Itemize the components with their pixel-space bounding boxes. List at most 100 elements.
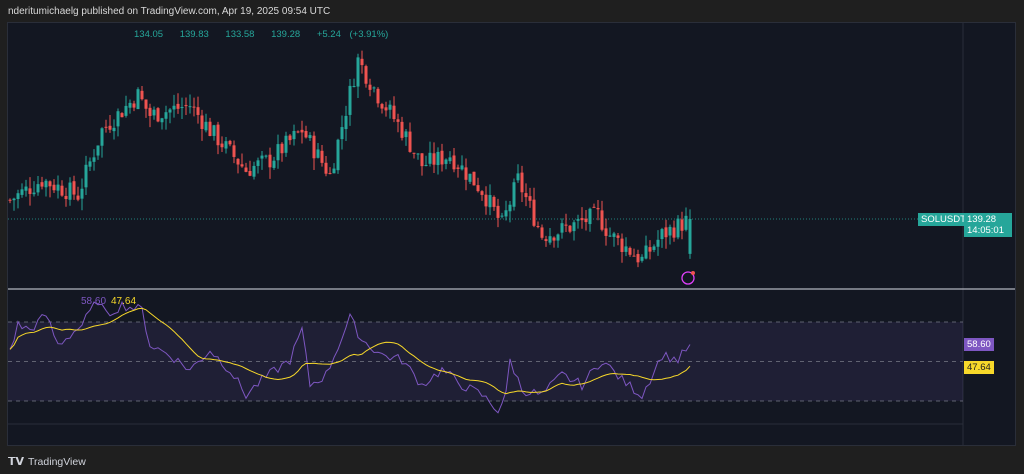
candle-body [612, 233, 616, 237]
candle-body [336, 139, 340, 171]
candle-body [652, 246, 656, 250]
candle-body [300, 129, 304, 133]
chart-svg[interactable] [0, 0, 1024, 474]
candle-body [536, 226, 540, 228]
candle-body [432, 153, 436, 165]
candle-body [580, 218, 584, 221]
candle-body [440, 150, 444, 165]
candle-body [100, 128, 104, 146]
candle-body [628, 247, 632, 255]
candle-body [232, 145, 236, 157]
tradingview-logo[interactable]: 𝗧𝗩 TradingView [8, 455, 86, 469]
candle-body [600, 210, 604, 230]
candle-body [128, 102, 132, 108]
ohlc-close: 139.28 [271, 29, 301, 40]
candle-body [60, 185, 64, 196]
last-price-label: 139.28 14:05:01 [964, 213, 1012, 237]
candle-body [280, 143, 284, 154]
candle-body [200, 115, 204, 129]
candle-body [196, 107, 200, 115]
candle-body [192, 106, 196, 108]
candle-body [480, 191, 484, 195]
candle-body [488, 195, 492, 208]
candle-body [240, 164, 244, 167]
candle-body [304, 130, 308, 138]
candle-body [616, 235, 620, 238]
alert-badge-dot [691, 271, 695, 275]
candle-body [264, 155, 268, 157]
candle-body [552, 237, 556, 241]
candle-body [368, 84, 372, 90]
candle-body [360, 58, 364, 66]
candle-body [224, 141, 228, 149]
candle-body [348, 85, 352, 115]
candle-body [268, 154, 272, 168]
candle-body [140, 90, 144, 100]
candle-body [356, 57, 360, 87]
candle-body [152, 109, 156, 116]
candle-body [672, 227, 676, 238]
candle-body [136, 89, 140, 110]
candle-body [588, 208, 592, 225]
candle-body [528, 196, 532, 201]
candle-body [28, 188, 32, 194]
candle-body [324, 162, 328, 174]
candle-body [392, 105, 396, 120]
candle-body [540, 227, 544, 238]
candle-body [92, 157, 96, 162]
rsi-legend-value: 58.60 [81, 296, 107, 307]
candle-body [36, 184, 40, 193]
candle-body [316, 149, 320, 158]
candle-body [8, 199, 12, 201]
candle-body [256, 160, 260, 166]
candle-body [344, 115, 348, 130]
candle-body [320, 150, 324, 163]
candle-body [184, 105, 188, 107]
candle-body [400, 121, 404, 138]
candle-body [328, 173, 332, 175]
candle-body [32, 192, 36, 195]
candle-body [428, 152, 432, 164]
candle-body [632, 255, 636, 257]
candle-body [680, 219, 684, 231]
candle-body [604, 228, 608, 236]
candle-body [452, 155, 456, 170]
candle-body [516, 173, 520, 181]
candle-body [376, 88, 380, 104]
candle-body [568, 225, 572, 232]
candle-body [44, 180, 48, 188]
candle-body [216, 124, 220, 146]
candle-body [48, 181, 52, 187]
candle-body [496, 205, 500, 218]
candle-body [56, 184, 60, 191]
candle-body [144, 99, 148, 109]
candle-body [120, 113, 124, 118]
candle-body [596, 208, 600, 210]
candle-body [508, 204, 512, 212]
candle-body [656, 239, 660, 247]
candle-body [180, 107, 184, 109]
candle-body [520, 172, 524, 193]
candle-body [464, 167, 468, 180]
candle-body [624, 246, 628, 252]
candle-body [260, 155, 264, 159]
candle-body [456, 167, 460, 169]
candle-body [84, 164, 88, 188]
candle-body [608, 235, 612, 237]
candle-body [668, 226, 672, 236]
candle-body [244, 167, 248, 172]
candle-body [408, 131, 412, 152]
candle-body [132, 103, 136, 108]
candle-body [288, 135, 292, 141]
candle-body [164, 112, 168, 119]
candle-body [636, 254, 640, 263]
candle-body [276, 144, 280, 161]
rsi-ma-axis-label: 47.64 [964, 361, 994, 374]
candle-body [160, 118, 164, 123]
candle-body [124, 105, 128, 116]
candle-body [420, 153, 424, 167]
candle-body [88, 161, 92, 167]
ohlc-high: 139.83 [179, 29, 209, 40]
candle-body [564, 224, 568, 226]
candle-body [108, 125, 112, 130]
